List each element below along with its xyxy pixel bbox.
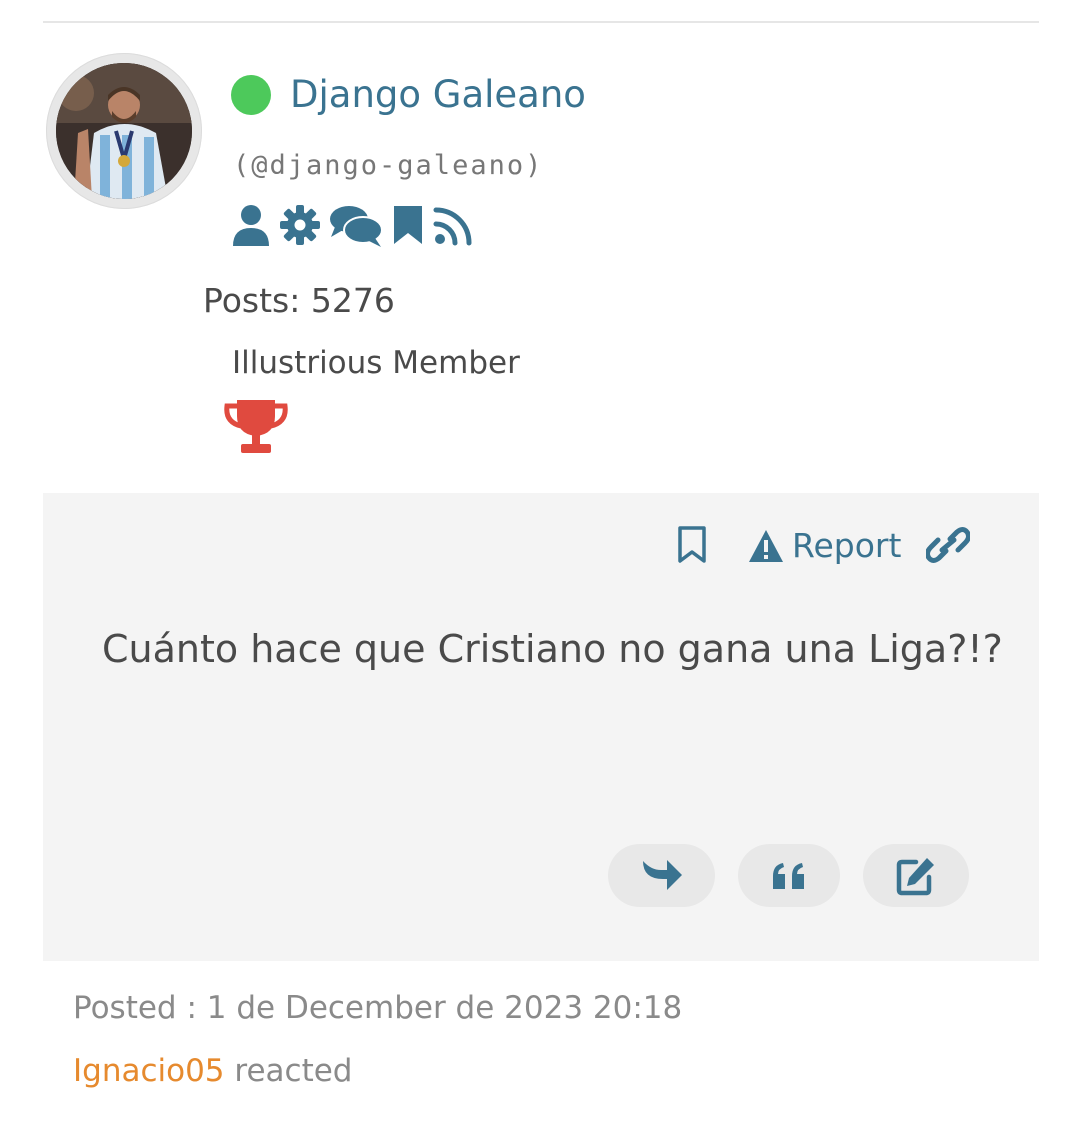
posted-timestamp: Posted : 1 de December de 2023 20:18	[73, 990, 683, 1026]
report-label: Report	[792, 526, 902, 565]
post-count: Posts: 5276	[203, 281, 395, 320]
reactions-line: Ignacio05 reacted	[73, 1051, 353, 1091]
comments-icon[interactable]	[329, 203, 383, 247]
reply-icon	[642, 859, 682, 890]
avatar-image	[56, 63, 192, 199]
top-divider	[43, 21, 1039, 23]
online-status-dot	[231, 75, 271, 115]
quote-icon	[773, 862, 804, 889]
bookmark-post-button[interactable]	[676, 525, 708, 569]
edit-button[interactable]	[863, 844, 969, 907]
member-rank: Illustrious Member	[232, 345, 520, 381]
reply-button[interactable]	[608, 844, 715, 907]
post-text: Cuánto hace que Cristiano no gana una Li…	[102, 627, 1003, 671]
warning-icon	[749, 530, 783, 562]
bookmark-outline-icon	[678, 526, 706, 563]
permalink-button[interactable]	[924, 525, 972, 569]
username-link[interactable]: Django Galeano	[290, 70, 586, 120]
report-button[interactable]: Report	[748, 524, 901, 568]
bookmark-icon[interactable]	[391, 204, 425, 246]
user-icon[interactable]	[231, 204, 271, 246]
trophy-icon	[223, 396, 289, 460]
reactor-link[interactable]: Ignacio05	[73, 1053, 225, 1089]
link-icon	[924, 527, 972, 563]
edit-icon	[896, 857, 934, 895]
profile-icons-row	[231, 203, 475, 247]
user-handle: (@django-galeano)	[233, 150, 544, 181]
quote-button[interactable]	[738, 844, 840, 907]
avatar[interactable]	[46, 53, 202, 209]
reacted-label: reacted	[234, 1053, 353, 1089]
rss-icon[interactable]	[433, 204, 475, 246]
gear-icon[interactable]	[279, 204, 321, 246]
